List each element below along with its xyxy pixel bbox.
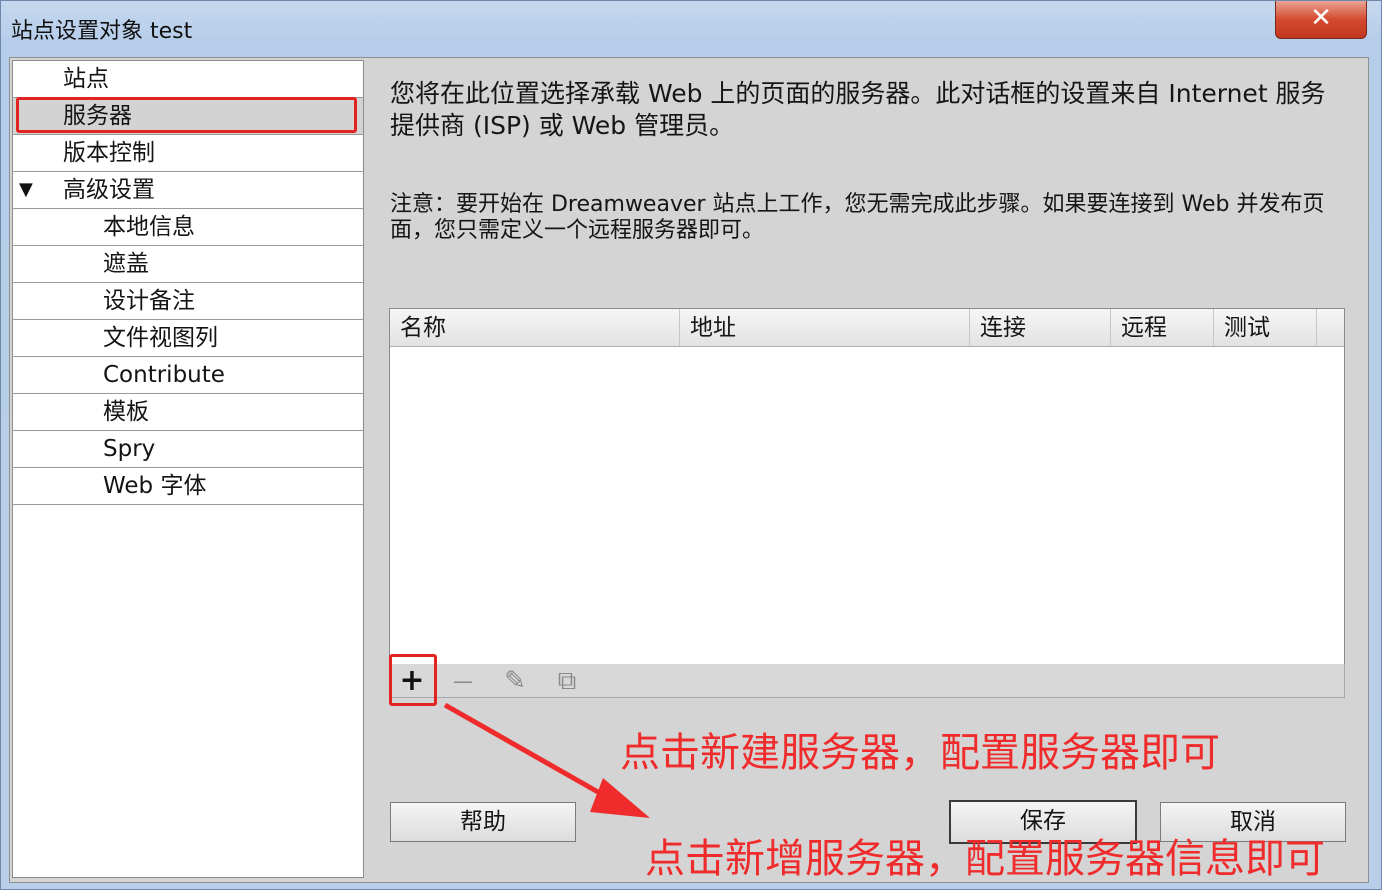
annotation-upper: 点击新建服务器，配置服务器即可 — [620, 730, 1220, 776]
annotation-lower: 点击新增服务器，配置服务器信息即可 — [645, 836, 1325, 882]
